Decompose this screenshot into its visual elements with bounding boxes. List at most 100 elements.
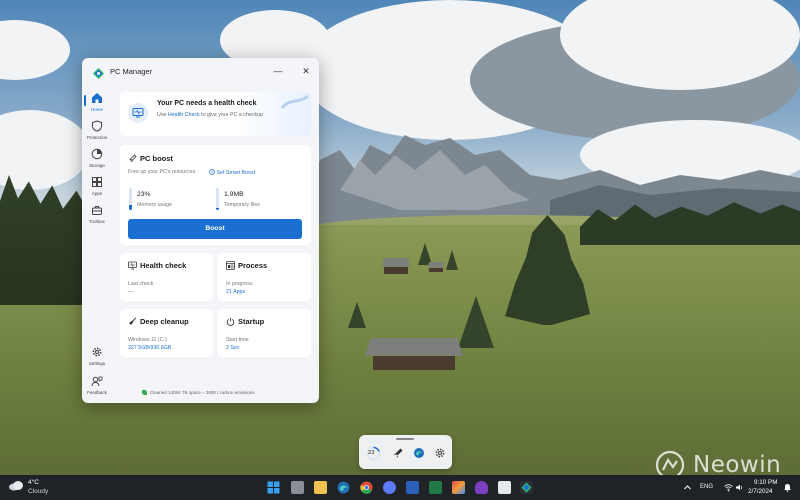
input-language[interactable]: ENG [700, 484, 713, 490]
health-banner-subtitle: Use Health Check to give your PC a check… [157, 112, 263, 118]
sidebar-item-label: Home [90, 107, 103, 112]
excel-icon[interactable] [429, 481, 442, 494]
health-check-tile[interactable]: Health check Last check — [120, 253, 213, 301]
pc-manager-logo-icon [93, 66, 104, 79]
hut [428, 262, 444, 272]
boost-button[interactable]: Boost [128, 219, 302, 239]
deep-cleanup-title: Deep cleanup [140, 317, 189, 326]
pc-boost-subtitle: Free up your PC's resources [128, 169, 196, 175]
sidebar-item-label: Storage [89, 163, 105, 168]
pc-manager-floating-widget[interactable]: 23 [359, 435, 452, 469]
pc-boost-title: PC boost [140, 154, 173, 163]
process-window-icon [226, 261, 235, 270]
process-line1: In progress [226, 281, 253, 287]
boost-rocket-icon[interactable] [392, 447, 404, 459]
widget-memory-value: 23 [368, 450, 375, 456]
deep-cleanup-line1: Windows 11 (C:) [128, 337, 167, 343]
clock-time[interactable]: 9:10 PM [754, 479, 777, 486]
minimize-button[interactable]: — [271, 64, 285, 78]
sidebar-item-toolbox[interactable]: Toolbox [82, 204, 112, 224]
sidebar-item-label: Protection [86, 135, 108, 140]
storage-icon [91, 148, 103, 160]
chrome-browser-icon[interactable] [360, 481, 373, 494]
clock-date[interactable]: 2/7/2024 [748, 488, 773, 495]
onenote-icon[interactable] [475, 481, 488, 494]
rocket-icon [129, 154, 137, 162]
set-smart-boost-label: Set Smart Boost [216, 170, 256, 176]
sidebar-item-label: Feedback [87, 390, 107, 395]
cloudy-weather-icon[interactable] [8, 480, 24, 491]
health-check-line2: — [128, 289, 134, 295]
memory-usage-label: Memory usage [137, 202, 173, 208]
health-check-banner[interactable]: Your PC needs a health check Use Health … [120, 92, 311, 136]
subtitle-text: to give your PC a checkup [199, 112, 264, 118]
pc-manager-taskbar-icon[interactable] [520, 481, 533, 494]
sidebar-item-protection[interactable]: Protection [82, 120, 112, 140]
health-check-line1: Last check [128, 281, 154, 287]
carbon-savings-note: Cleaned 14084 TB space = 3600 t carbon e… [150, 390, 255, 395]
chevron-up-icon[interactable] [683, 483, 692, 492]
startup-line2: 2 Sec [226, 345, 240, 351]
leaf-icon [142, 390, 147, 395]
hut [365, 338, 463, 370]
process-tile[interactable]: Process In progress 21 Apps [218, 253, 311, 301]
process-title: Process [238, 261, 268, 270]
close-button[interactable]: ✕ [299, 64, 313, 78]
set-smart-boost-link[interactable]: Set Smart Boost [209, 169, 255, 176]
subtitle-text: Use [157, 112, 168, 118]
gear-icon[interactable] [434, 447, 446, 459]
app-title: PC Manager [110, 66, 153, 76]
store-icon[interactable] [452, 481, 465, 494]
sidebar-item-feedback[interactable]: Feedback [82, 375, 112, 395]
edge-browser-icon[interactable] [337, 481, 350, 494]
volume-icon[interactable] [735, 483, 744, 492]
notification-bell-icon[interactable] [783, 483, 792, 492]
temporary-files-meter-fill [216, 207, 219, 210]
weather-condition[interactable]: Cloudy [28, 488, 48, 495]
feedback-icon [91, 376, 103, 387]
apps-icon [92, 177, 102, 187]
health-banner-title: Your PC needs a health check [157, 100, 257, 107]
memory-usage-value: 23% [137, 191, 151, 198]
smart-boost-icon [209, 169, 215, 175]
health-check-link[interactable]: Health Check [168, 112, 200, 118]
gear-icon [92, 347, 102, 357]
decorative-swoosh-icon [280, 94, 309, 110]
broom-icon [129, 317, 137, 325]
task-view-icon[interactable] [291, 481, 304, 494]
startup-line1: Start time [226, 337, 249, 343]
sidebar: Home Protection Storage Apps Toolbox Set… [82, 86, 112, 403]
pc-boost-card: PC boost Free up your PC's resources Set… [120, 145, 311, 245]
temporary-files-value: 1.9MB [224, 191, 244, 198]
notepad-icon[interactable] [498, 481, 511, 494]
copilot-icon[interactable] [383, 481, 396, 494]
weather-temperature[interactable]: 4°C [28, 479, 39, 486]
memory-usage-meter-fill [129, 204, 132, 210]
sidebar-item-label: Apps [91, 191, 103, 196]
memory-usage-meter [129, 188, 132, 210]
sidebar-item-apps[interactable]: Apps [82, 176, 112, 196]
health-check-icon [128, 103, 148, 123]
windows-start-icon[interactable] [267, 481, 280, 494]
deep-cleanup-line2: 327.5GB/930.6GB [128, 345, 172, 351]
startup-tile[interactable]: Startup Start time 2 Sec [218, 309, 311, 357]
health-check-title: Health check [140, 261, 187, 270]
sidebar-item-settings[interactable]: Settings [82, 346, 112, 366]
temporary-files-label: Temporary files [224, 202, 260, 208]
sidebar-item-storage[interactable]: Storage [82, 148, 112, 168]
widget-drag-handle[interactable] [396, 438, 414, 440]
hut [382, 258, 410, 274]
sidebar-item-home[interactable]: Home [82, 92, 112, 112]
file-explorer-icon[interactable] [314, 481, 327, 494]
edge-browser-icon[interactable] [413, 447, 425, 459]
temporary-files-meter [216, 188, 219, 210]
word-icon[interactable] [406, 481, 419, 494]
deep-cleanup-tile[interactable]: Deep cleanup Windows 11 (C:) 327.5GB/930… [120, 309, 213, 357]
shield-icon [92, 120, 102, 132]
sidebar-item-label: Settings [88, 361, 106, 366]
startup-title: Startup [238, 317, 265, 326]
toolbox-icon [92, 206, 102, 215]
monitor-pulse-icon [128, 261, 137, 270]
wifi-icon[interactable] [724, 483, 733, 492]
taskbar: 4°C Cloudy ENG 9:10 PM 2/7/2024 [0, 475, 800, 500]
